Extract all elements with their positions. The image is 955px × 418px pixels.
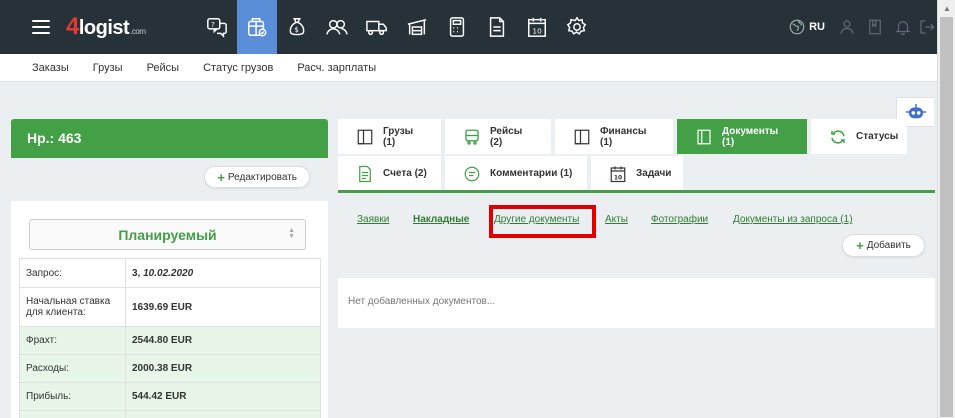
subnav-trips[interactable]: Рейсы — [147, 62, 180, 74]
top-navbar: 4 logist .com ? $ 10 RU — [0, 0, 937, 54]
scrollbar[interactable]: ▲ — [937, 0, 955, 418]
add-button[interactable]: + Добавить — [842, 234, 925, 257]
finance-icon — [574, 129, 590, 144]
order-card: Нр.: 463 + Редактировать Планируемый ▲ ▼ … — [11, 119, 328, 418]
table-row — [19, 410, 321, 418]
link-requests[interactable]: Заявки — [357, 214, 389, 225]
book-icon[interactable] — [861, 0, 889, 54]
language-selector[interactable]: RU — [809, 21, 825, 33]
tab-tasks[interactable]: 10 Задачи — [591, 156, 683, 191]
warehouse-nav-icon[interactable] — [397, 0, 437, 54]
scroll-up-icon[interactable]: ▲ — [938, 0, 955, 17]
money-nav-icon[interactable]: $ — [277, 0, 317, 54]
tab-documents[interactable]: Документы (1) — [677, 119, 807, 154]
tab-invoices[interactable]: Счета (2) — [338, 156, 441, 191]
tab-comments[interactable]: Комментарии (1) — [445, 156, 587, 191]
orders-nav-icon[interactable] — [237, 0, 277, 54]
svg-text:10: 10 — [532, 26, 542, 35]
table-row: Запрос: 3, 10.02.2020 — [19, 258, 321, 288]
table-row: Расходы: 2000.38 EUR — [19, 354, 321, 383]
link-waybills[interactable]: Накладные — [413, 214, 469, 225]
bell-icon[interactable] — [889, 0, 917, 54]
documents-icon — [697, 129, 711, 144]
subnav-orders[interactable]: Заказы — [32, 62, 69, 74]
subnav-salary[interactable]: Расч. зарплаты — [297, 62, 376, 74]
order-number: Нр.: 463 — [11, 119, 328, 158]
calculator-nav-icon[interactable] — [437, 0, 477, 54]
sub-navigation: Заказы Грузы Рейсы Статус грузов Расч. з… — [0, 54, 937, 82]
truck-nav-icon[interactable] — [357, 0, 397, 54]
settings-nav-icon[interactable] — [557, 0, 597, 54]
link-acts[interactable]: Акты — [605, 214, 628, 225]
highlight-box — [489, 205, 596, 238]
logout-icon[interactable] — [917, 0, 937, 54]
subnav-cargo-status[interactable]: Статус грузов — [203, 62, 273, 74]
calendar-icon: 10 — [610, 166, 626, 182]
refresh-icon — [831, 129, 845, 144]
empty-documents-message: Нет добавленных документов... — [338, 278, 935, 328]
tab-trips[interactable]: Рейсы (2) — [445, 119, 551, 154]
svg-text:?: ? — [211, 20, 215, 29]
plus-icon: + — [856, 238, 864, 253]
logo[interactable]: 4 logist .com — [66, 13, 146, 41]
tab-cargo[interactable]: Грузы (1) — [338, 119, 441, 154]
select-arrows-icon: ▲ ▼ — [288, 227, 295, 240]
scroll-thumb[interactable] — [940, 17, 953, 417]
questions-nav-icon[interactable]: ? — [197, 0, 237, 54]
users-nav-icon[interactable] — [317, 0, 357, 54]
plus-icon: + — [217, 169, 225, 185]
edit-button[interactable]: + Редактировать — [204, 166, 310, 188]
link-request-documents[interactable]: Документы из запроса (1) — [733, 214, 853, 225]
globe-icon[interactable] — [783, 0, 811, 54]
comment-icon — [464, 166, 480, 181]
order-tabs: Грузы (1) Рейсы (2) Финансы (1) Документ… — [338, 119, 936, 191]
cargo-icon — [357, 129, 373, 144]
svg-text:10: 10 — [614, 174, 622, 181]
tab-statuses[interactable]: Статусы — [811, 119, 907, 154]
order-info-table: Запрос: 3, 10.02.2020 Начальная ставка д… — [19, 258, 321, 418]
subnav-cargo[interactable]: Грузы — [93, 62, 123, 74]
status-select[interactable]: Планируемый ▲ ▼ — [29, 219, 306, 250]
table-row: Фрахт: 2544.80 EUR — [19, 326, 321, 355]
user-icon[interactable] — [833, 0, 861, 54]
calendar-nav-icon[interactable]: 10 — [517, 0, 557, 54]
invoice-icon — [359, 165, 371, 182]
svg-text:$: $ — [294, 25, 299, 34]
table-row: Прибыль: 544.42 EUR — [19, 382, 321, 411]
tab-finance[interactable]: Финансы (1) — [555, 119, 673, 154]
bus-icon — [465, 129, 479, 145]
document-nav-icon[interactable] — [477, 0, 517, 54]
menu-icon[interactable] — [32, 20, 50, 34]
table-row: Начальная ставка для клиента: 1639.69 EU… — [19, 287, 321, 327]
link-photos[interactable]: Фотографии — [651, 214, 708, 225]
